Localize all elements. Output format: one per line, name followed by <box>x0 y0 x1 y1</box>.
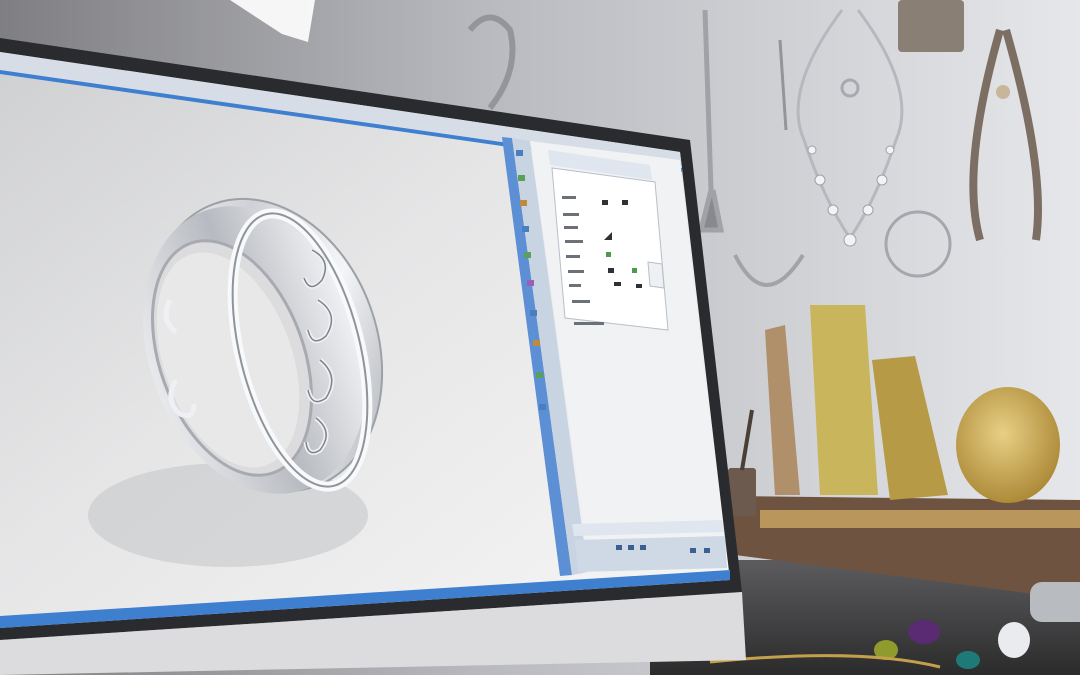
tool-icon[interactable] <box>527 280 534 286</box>
tool-icon[interactable] <box>539 404 546 410</box>
gold-bar-on-bench <box>760 510 1080 528</box>
scene-svg <box>0 0 1080 675</box>
tool-icon[interactable] <box>518 175 525 181</box>
tool-icon[interactable] <box>533 340 540 346</box>
workspace-scene <box>0 0 1080 675</box>
metal-cylinder <box>1030 582 1080 622</box>
tool-icon[interactable] <box>516 150 523 156</box>
hanging-lamp <box>898 0 964 52</box>
gold-disc <box>956 387 1060 503</box>
panel-list <box>551 167 669 331</box>
tool-icon[interactable] <box>524 252 531 258</box>
tool-icon[interactable] <box>536 372 543 378</box>
bottom-toolbar[interactable] <box>575 536 727 572</box>
tool-icon[interactable] <box>520 200 527 206</box>
tool-icon[interactable] <box>522 226 529 232</box>
tool-icon[interactable] <box>530 310 537 316</box>
monitor <box>0 38 746 675</box>
